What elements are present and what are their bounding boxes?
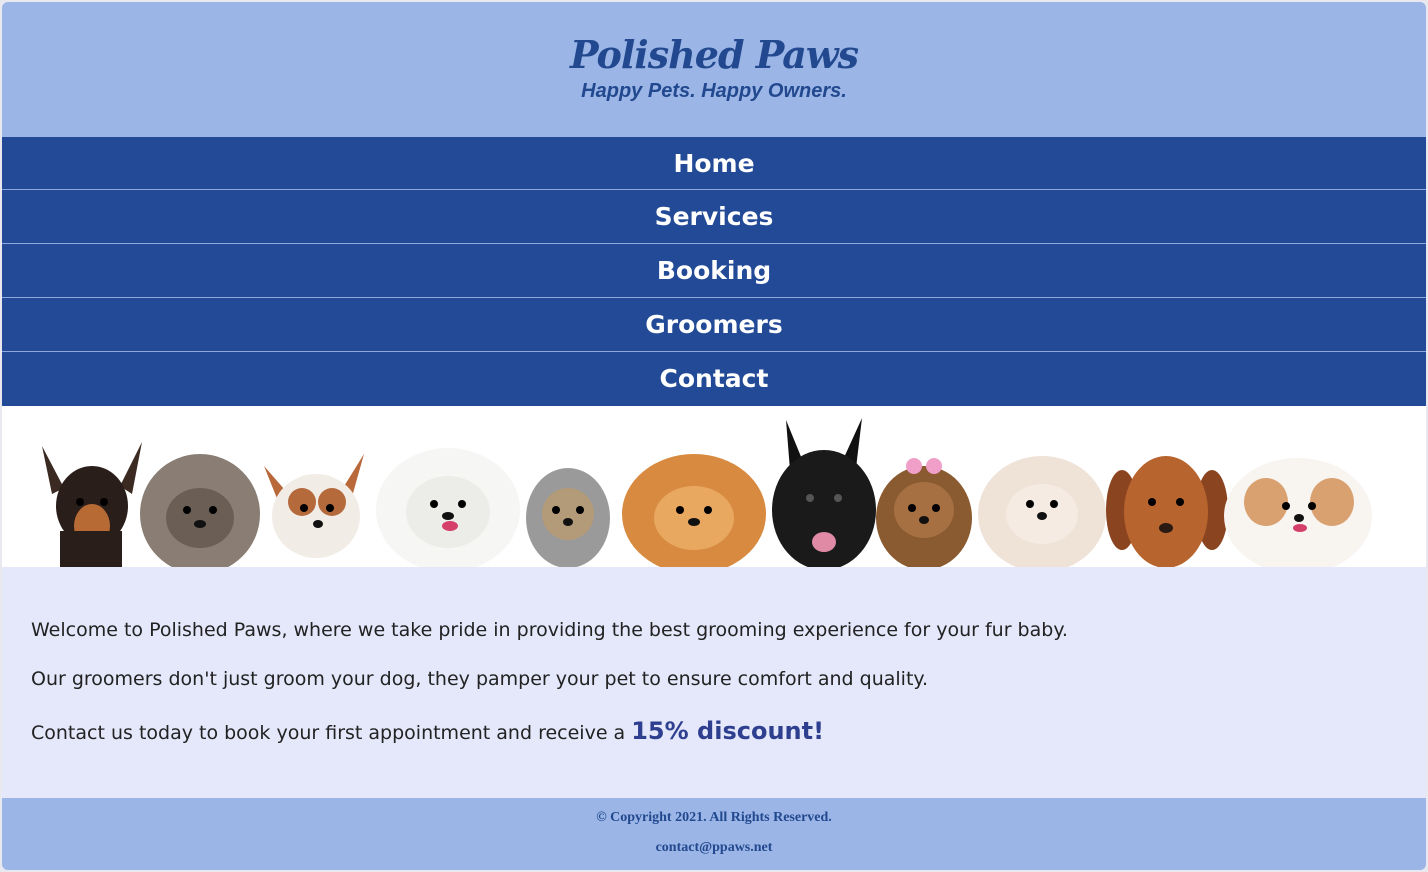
nav-groomers[interactable]: Groomers (2, 298, 1426, 352)
main-content: Welcome to Polished Paws, where we take … (2, 567, 1426, 798)
dog-10 (1106, 456, 1228, 567)
dog-2 (140, 454, 260, 567)
dogs-illustration (42, 418, 1372, 567)
site-logo[interactable]: Polished Paws (2, 32, 1426, 78)
dog-4 (376, 448, 520, 567)
offer-paragraph: Contact us today to book your first appo… (31, 718, 1397, 746)
page: Polished Paws Happy Pets. Happy Owners. … (2, 2, 1426, 870)
site-header: Polished Paws Happy Pets. Happy Owners. (2, 2, 1426, 137)
site-tagline: Happy Pets. Happy Owners. (581, 80, 847, 102)
welcome-paragraph: Welcome to Polished Paws, where we take … (31, 619, 1068, 641)
dog-7 (772, 418, 876, 567)
dog-3 (264, 454, 364, 558)
copyright-text: © Copyright 2021. All Rights Reserved. (596, 810, 832, 825)
dog-6 (622, 454, 766, 567)
dog-11 (1224, 458, 1372, 567)
discount-highlight: 15% discount! (631, 717, 825, 745)
dogs-banner-image (2, 406, 1426, 567)
nav-services[interactable]: Services (2, 190, 1426, 244)
dog-5 (526, 468, 610, 567)
nav-contact[interactable]: Contact (2, 352, 1426, 406)
groomers-paragraph: Our groomers don't just groom your dog, … (31, 668, 928, 690)
dog-8 (876, 458, 972, 567)
nav-booking[interactable]: Booking (2, 244, 1426, 298)
offer-text: Contact us today to book your first appo… (31, 722, 632, 744)
dog-9 (978, 456, 1106, 567)
nav-home[interactable]: Home (2, 137, 1426, 190)
site-footer: © Copyright 2021. All Rights Reserved. c… (2, 798, 1426, 870)
contact-email[interactable]: contact@ppaws.net (2, 840, 1426, 856)
main-nav: Home Services Booking Groomers Contact (2, 137, 1426, 406)
dog-1 (42, 442, 142, 567)
